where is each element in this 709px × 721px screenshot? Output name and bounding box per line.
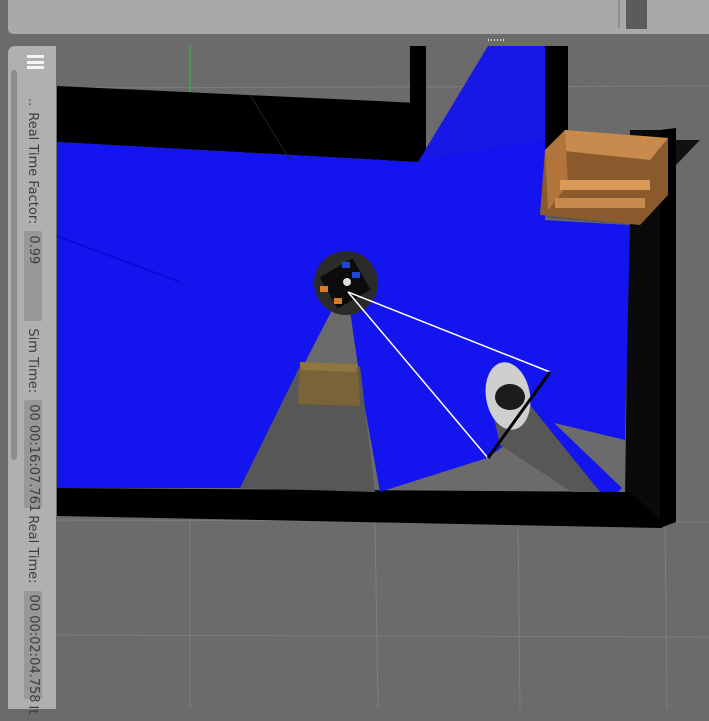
real-time-factor-label: Real Time Factor: [25,112,41,225]
toolbar-separator [618,0,620,28]
hamburger-menu-icon[interactable] [27,55,44,69]
robot [314,251,378,315]
toolbar-handle[interactable] [626,0,647,29]
real-time-factor-value: 0.99 [24,231,42,322]
sim-time-label: Sim Time: [25,328,41,394]
panel-splitter[interactable] [0,34,709,46]
iterations-label: It [25,705,41,715]
splitter-grip-icon[interactable] [488,39,506,41]
top-toolbar [8,0,709,35]
real-time-value: 00 00:02:04.758 [24,590,42,703]
time-stats: .. Real Time Factor: 0.99 Sim Time: 00 0… [23,98,43,721]
scene-render[interactable] [57,46,709,709]
sim-time-value: 00 00:16:07.761 [24,400,42,512]
real-time-label: Real Time: [25,515,41,584]
time-panel: .. Real Time Factor: 0.99 Sim Time: 00 0… [8,46,56,714]
cardboard-box [298,362,360,406]
3d-viewport[interactable] [57,46,709,709]
wooden-cabinet [540,130,668,225]
overflow-dots: .. [25,98,41,107]
panel-scrollbar[interactable] [11,70,17,460]
